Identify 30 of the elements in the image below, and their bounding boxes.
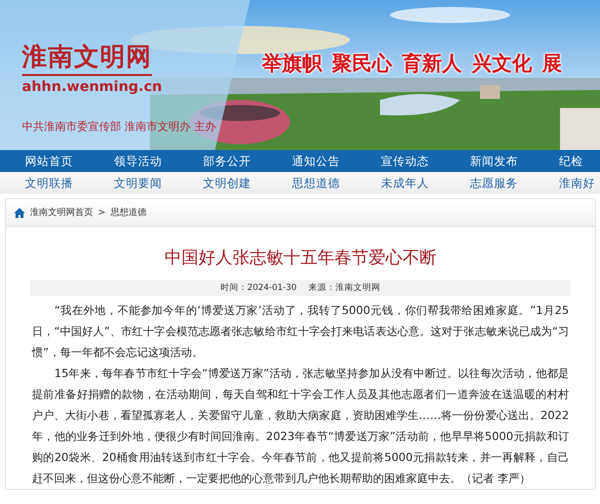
slogan-text: 兴文化	[472, 50, 532, 77]
publish-time: 时间：2024-01-30	[220, 282, 297, 294]
sub-nav-link[interactable]: 文明联播	[25, 172, 114, 194]
slogan-text: 举旗帜	[262, 50, 322, 77]
breadcrumb-separator: >	[98, 208, 106, 218]
main-nav-link[interactable]: 网站首页	[25, 150, 114, 172]
slogan-text: 展	[542, 50, 562, 77]
article-title: 中国好人张志敏十五年春节爱心不断	[164, 247, 438, 270]
sub-nav-link[interactable]: 文明创建	[203, 172, 292, 194]
sponsor-text: 中共淮南市委宣传部 淮南市文明办 主办	[22, 119, 216, 134]
site-domain: ahhn.wenming.cn	[22, 79, 162, 95]
main-nav-link[interactable]: 宣传动态	[381, 150, 470, 172]
sub-nav-link[interactable]: 志愿服务	[470, 172, 559, 194]
main-nav-link[interactable]: 新闻发布	[470, 150, 559, 172]
article-paragraph: 15年来，每年春节市红十字会“博爱送万家”活动，张志敏坚持参加从没有中断过。以往每次活动，他都是提前准备好捐赠的款物，在活动期间，每天自驾和红十字会工作人员及其他志愿者们一道奔波在送温暖的村村户户、大街小巷，看望孤寡老人，关爱留守儿童，救助大病家庭，资助困难学生……将一份份爱心送出。2022年，他的业务迁到外地，便很少有时间回淮南。2023年春节“博爱送万家”活动前，他早早将5000元捐款和订购的20袋米、20桶食用油转送到市红十字会。今年春节前，他又提前将5000元捐款转来，并一再解释，自己赶不回来，但这份心意不能断，一定要把他的心意带到几户他长期帮助的困难家庭中去。（记者 李严）	[32, 366, 569, 487]
sub-nav-link[interactable]: 思想道德	[292, 172, 381, 194]
main-nav-link[interactable]: 领导活动	[114, 150, 203, 172]
sub-nav-link[interactable]: 淮南好	[559, 172, 600, 194]
site-logo-title[interactable]: 淮南文明网	[22, 42, 152, 76]
breadcrumb-link[interactable]: 淮南文明网首页	[30, 206, 93, 219]
slogan-text: 聚民心	[332, 50, 392, 77]
main-nav-link[interactable]: 部务公开	[203, 150, 292, 172]
main-nav-link[interactable]: 通知公告	[292, 150, 381, 172]
article-paragraph: “我在外地，不能参加今年的‘博爱送万家’活动了，我转了5000元钱，你们帮我带给困难家庭。”1月25日，“中国好人”、市红十字会模范志愿者张志敏给市红十字会打来电话表达心意。这对于张志敏来说已成为“习惯”，每一年都不会忘记这项活动。	[32, 303, 569, 361]
breadcrumb-link[interactable]: 思想道德	[110, 206, 147, 219]
slogan-text: 育新人	[402, 50, 462, 77]
main-nav-link[interactable]: 纪检	[559, 150, 600, 172]
sub-nav-link[interactable]: 文明要闻	[114, 172, 203, 194]
sub-nav-link[interactable]: 未成年人	[381, 172, 470, 194]
article-source: 来源：淮南文明网	[308, 282, 381, 294]
